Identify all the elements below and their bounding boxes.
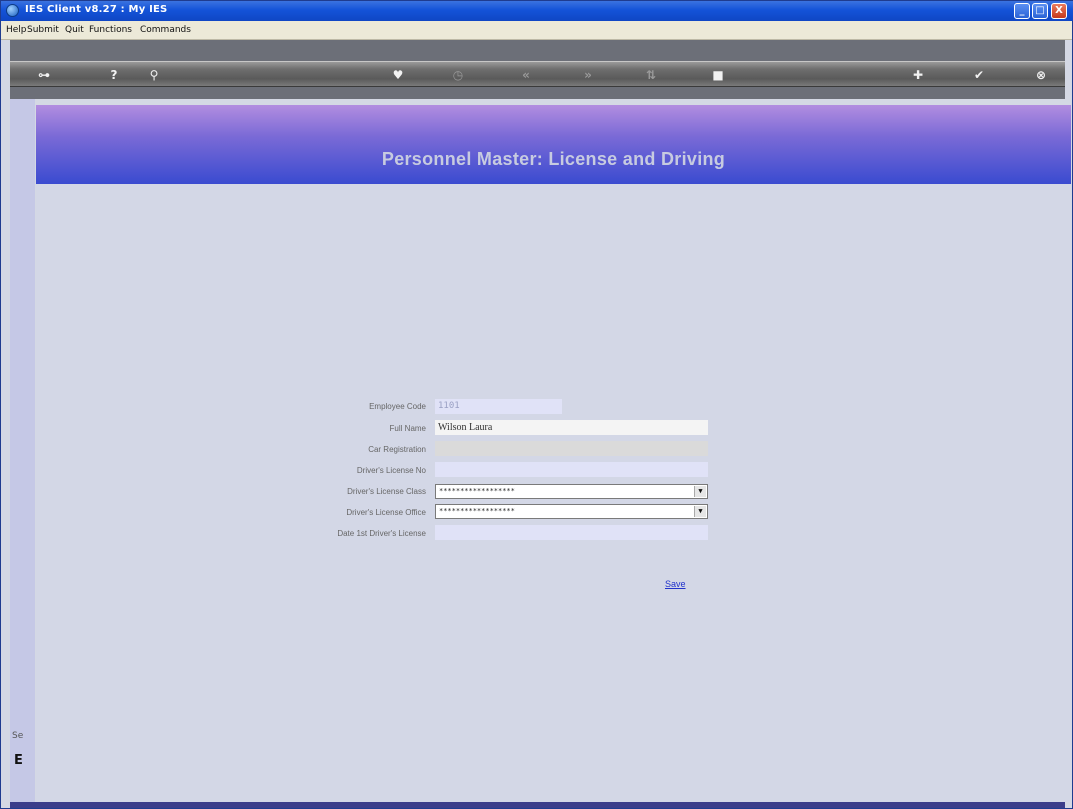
key-icon[interactable]: ⊶	[32, 68, 56, 82]
car-registration-field[interactable]	[435, 441, 708, 456]
page-banner: Personnel Master: License and Driving	[36, 105, 1071, 184]
license-class-select[interactable]: ****************** ▼	[435, 484, 708, 499]
page-title: Personnel Master: License and Driving	[381, 149, 726, 169]
side-panel-icon[interactable]: E	[14, 753, 23, 768]
help-icon[interactable]: ?	[107, 68, 121, 82]
first-license-date-label: Date 1st Driver's License	[337, 529, 426, 538]
toolbar-frame	[10, 40, 1065, 61]
menu-bar: Help Submit Quit Functions Commands	[1, 21, 1072, 40]
search-icon[interactable]: ⚲	[147, 68, 161, 82]
license-class-label: Driver's License Class	[347, 487, 426, 496]
cancel-icon[interactable]: ⊗	[1034, 68, 1048, 82]
license-no-label: Driver's License No	[356, 466, 426, 475]
full-name-field[interactable]: Wilson Laura	[435, 420, 708, 435]
menu-functions[interactable]: Functions	[89, 25, 132, 35]
employee-code-field[interactable]: 1101	[435, 399, 562, 414]
chevron-down-icon[interactable]: ▼	[694, 486, 706, 497]
stop-icon[interactable]: ■	[711, 68, 725, 82]
license-class-value: ******************	[439, 487, 515, 495]
save-link[interactable]: Save	[665, 579, 686, 589]
title-bar[interactable]: IES Client v8.27 : My IES _ □ X	[1, 1, 1073, 21]
side-panel[interactable]	[10, 99, 35, 802]
back-icon[interactable]: «	[519, 68, 533, 82]
menu-help[interactable]: Help	[6, 25, 27, 35]
bottom-bar	[10, 802, 1065, 808]
heart-icon[interactable]: ♥	[391, 68, 405, 82]
toolbar: ⊶ ? ⚲ ♥ ◷ « » ⇅ ■ ✚ ✔ ⊗	[10, 61, 1065, 87]
menu-quit[interactable]: Quit	[65, 25, 84, 35]
license-office-label: Driver's License Office	[346, 508, 426, 517]
maximize-button[interactable]: □	[1032, 3, 1048, 19]
minimize-button[interactable]: _	[1014, 3, 1030, 19]
add-icon[interactable]: ✚	[911, 68, 925, 82]
ok-icon[interactable]: ✔	[972, 68, 986, 82]
clock-icon[interactable]: ◷	[451, 68, 465, 82]
menu-commands[interactable]: Commands	[140, 25, 191, 35]
toolbar-shadow	[10, 87, 1065, 99]
app-window: IES Client v8.27 : My IES _ □ X Help Sub…	[0, 0, 1073, 809]
window-title: IES Client v8.27 : My IES	[25, 4, 168, 15]
app-globe-icon	[6, 4, 19, 17]
car-registration-label: Car Registration	[368, 445, 426, 454]
side-panel-label: Se	[12, 731, 24, 741]
license-office-select[interactable]: ****************** ▼	[435, 504, 708, 519]
license-office-value: ******************	[439, 507, 515, 515]
full-name-label: Full Name	[389, 424, 426, 433]
close-button[interactable]: X	[1051, 3, 1067, 19]
first-license-date-field[interactable]	[435, 525, 708, 540]
license-no-field[interactable]	[435, 462, 708, 477]
menu-submit[interactable]: Submit	[27, 25, 59, 35]
forward-icon[interactable]: »	[581, 68, 595, 82]
sort-icon[interactable]: ⇅	[644, 68, 658, 82]
chevron-down-icon[interactable]: ▼	[694, 506, 706, 517]
employee-code-label: Employee Code	[369, 402, 426, 411]
